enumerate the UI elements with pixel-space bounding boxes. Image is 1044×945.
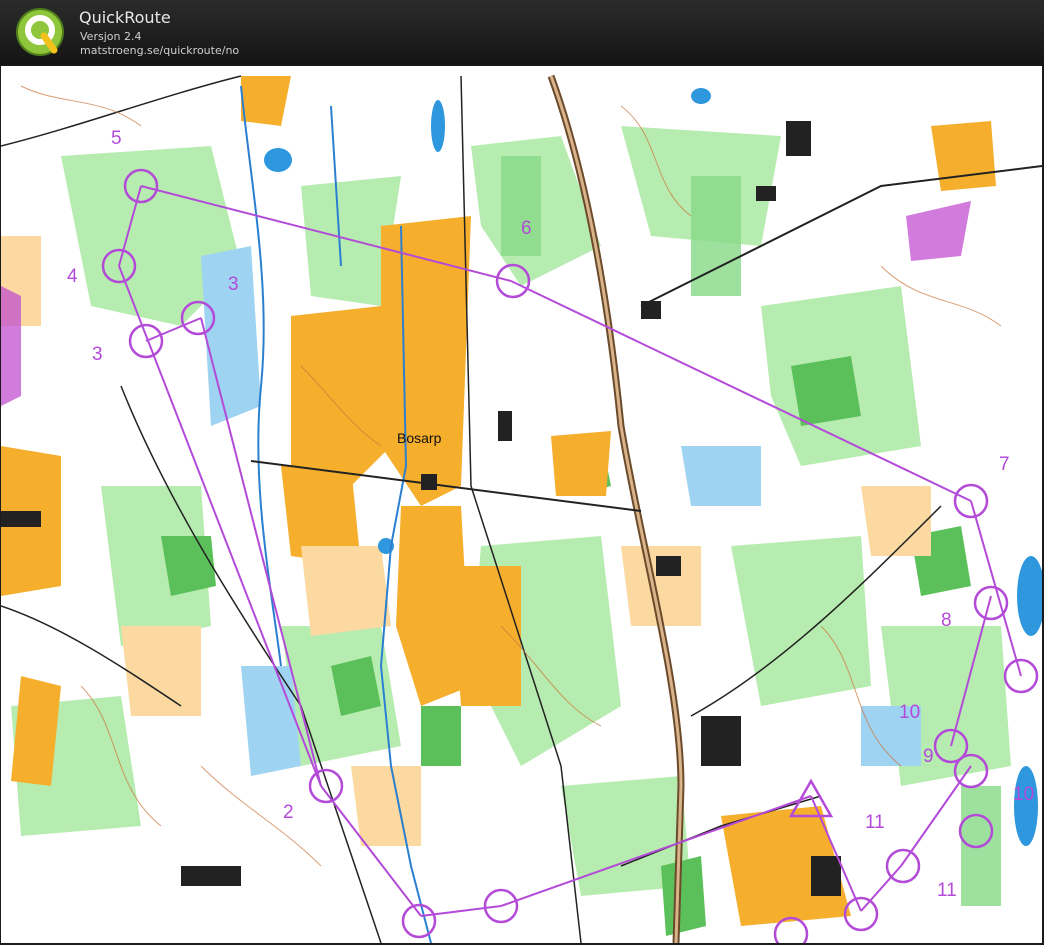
control-number: 6 xyxy=(521,218,532,239)
control-number: 2 xyxy=(283,802,294,823)
app-version: Versjon 2.4 xyxy=(80,30,142,43)
map-canvas[interactable] xyxy=(1,66,1042,943)
control-number: 11 xyxy=(937,880,957,901)
quickroute-logo-icon xyxy=(16,8,64,56)
place-label-bosarp: Bosarp xyxy=(397,430,442,446)
orienteering-map[interactable]: Bosarp 5 4 3 3 6 7 8 10 9 10 11 11 2 xyxy=(1,66,1042,943)
control-number: 3 xyxy=(228,274,239,295)
control-number: 8 xyxy=(941,610,952,631)
app-url[interactable]: matstroeng.se/quickroute/no xyxy=(80,44,239,57)
control-number: 9 xyxy=(923,746,934,767)
control-number: 4 xyxy=(67,266,78,287)
control-number: 3 xyxy=(92,344,103,365)
control-number: 10 xyxy=(899,702,921,723)
control-number: 10 xyxy=(1013,784,1035,805)
control-number: 11 xyxy=(865,812,885,833)
control-number: 5 xyxy=(111,128,122,149)
app-header: QuickRoute Versjon 2.4 matstroeng.se/qui… xyxy=(0,0,1044,65)
control-number: 7 xyxy=(999,454,1010,475)
app-title: QuickRoute xyxy=(79,8,171,27)
